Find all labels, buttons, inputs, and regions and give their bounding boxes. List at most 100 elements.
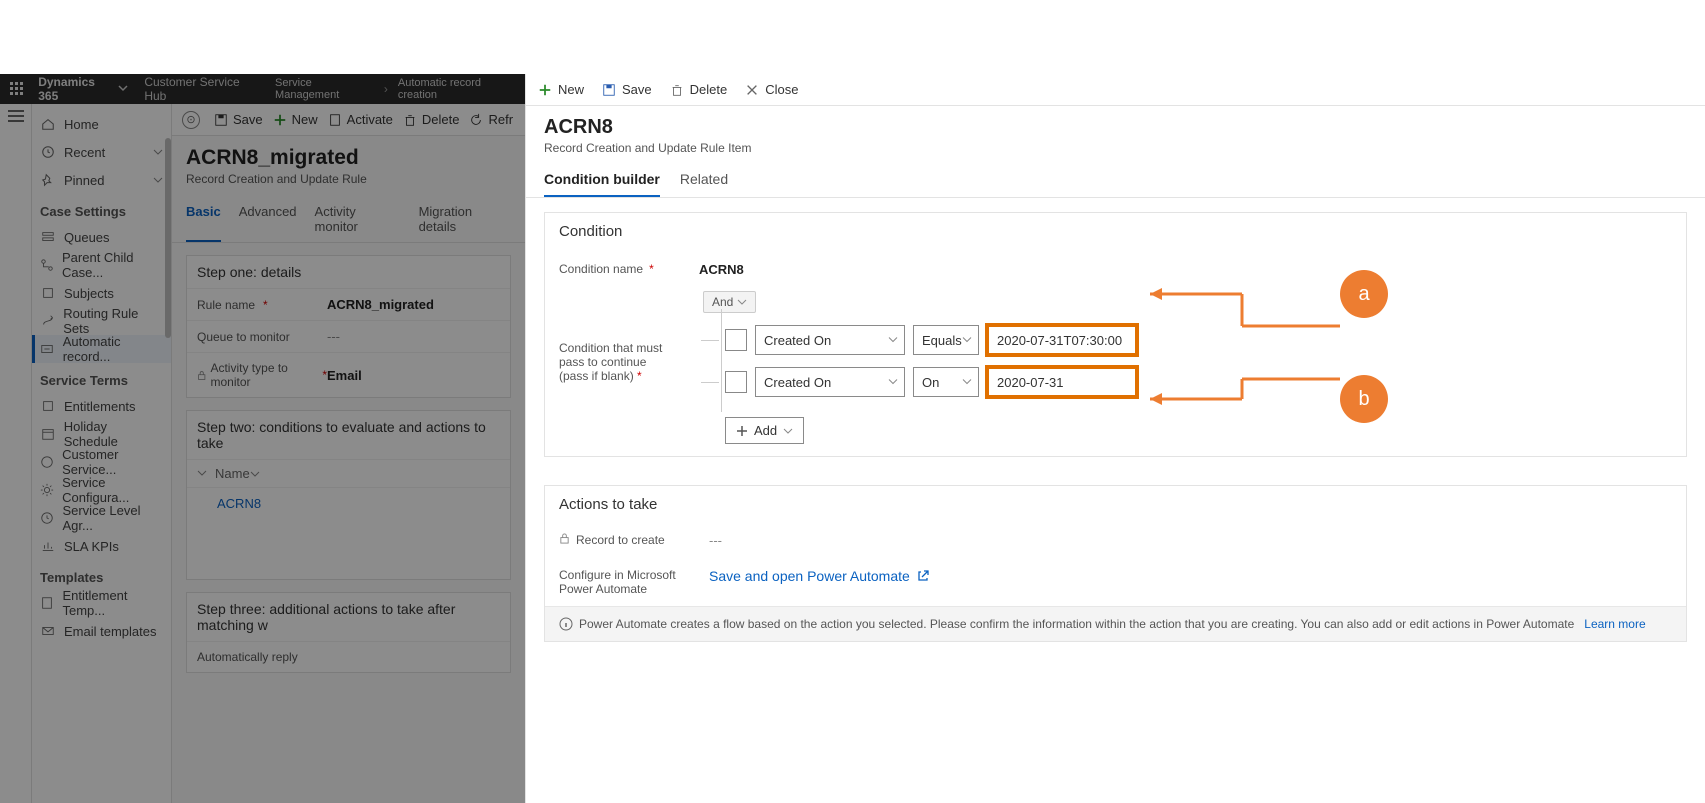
nav-customer-service[interactable]: Customer Service... (32, 448, 171, 476)
panel-command-bar: New Save Delete Close (526, 74, 1705, 106)
mail-icon (40, 623, 56, 639)
section-title: Step three: additional actions to take a… (187, 593, 510, 641)
breadcrumb-1[interactable]: Service Management (267, 77, 382, 101)
field-value[interactable]: ACRN8_migrated (327, 297, 434, 312)
delete-button[interactable]: Delete (670, 82, 728, 97)
close-button[interactable]: Close (745, 82, 798, 97)
field-value[interactable]: --- (327, 329, 340, 344)
tab-migration[interactable]: Migration details (419, 196, 511, 242)
new-button[interactable]: New (538, 82, 584, 97)
nav-sla[interactable]: Service Level Agr... (32, 504, 171, 532)
nav-email-template[interactable]: Email templates (32, 617, 171, 645)
side-rail (0, 104, 32, 803)
hub-label[interactable]: Customer Service Hub (136, 75, 267, 103)
sla-icon (40, 510, 54, 526)
app-launcher-icon[interactable] (0, 82, 34, 96)
nav-label: Service Configura... (62, 475, 163, 505)
value-text: 2020-07-31T07:30:00 (997, 333, 1122, 348)
operator-dropdown[interactable]: Equals (913, 325, 979, 355)
nav-group-terms: Service Terms (32, 363, 171, 392)
delete-button[interactable]: Delete (403, 112, 460, 127)
step-three-section: Step three: additional actions to take a… (186, 592, 511, 673)
hamburger-icon[interactable] (8, 110, 24, 122)
nav-label: Holiday Schedule (64, 419, 163, 449)
nav-subjects[interactable]: Subjects (32, 279, 171, 307)
entitlement-icon (40, 398, 56, 414)
nav-label: Subjects (64, 286, 114, 301)
tab-activity[interactable]: Activity monitor (315, 196, 401, 242)
nav-service-config[interactable]: Service Configura... (32, 476, 171, 504)
tab-advanced[interactable]: Advanced (239, 196, 297, 242)
chevron-down-icon (962, 333, 972, 348)
info-icon (559, 617, 573, 631)
btn-label: Delete (422, 112, 460, 127)
add-condition-button[interactable]: Add (725, 417, 804, 444)
nav-home[interactable]: Home (32, 110, 171, 138)
field-value[interactable]: Email (327, 368, 362, 383)
field-dropdown[interactable]: Created On (755, 325, 905, 355)
field-dropdown[interactable]: Created On (755, 367, 905, 397)
list-item[interactable]: ACRN8 (187, 487, 510, 519)
chevron-down-icon[interactable] (250, 469, 260, 479)
row-checkbox[interactable] (725, 371, 747, 393)
brand-label[interactable]: Dynamics 365 (34, 75, 118, 103)
field-label: Activity type to monitor (210, 361, 314, 389)
nav-parent-child[interactable]: Parent Child Case... (32, 251, 171, 279)
btn-label: And (712, 295, 733, 309)
chevron-right-icon: › (382, 82, 390, 96)
routing-icon (40, 313, 55, 329)
btn-label: Add (754, 423, 777, 438)
value-text: 2020-07-31 (997, 375, 1064, 390)
learn-more-link[interactable]: Learn more (1584, 617, 1645, 631)
actions-section: Actions to take Record to create --- Con… (544, 485, 1687, 642)
nav-routing[interactable]: Routing Rule Sets (32, 307, 171, 335)
form-command-bar: ⊙ Save New Activate Delete Refr (172, 104, 525, 136)
condition-name-value[interactable]: ACRN8 (699, 258, 744, 277)
back-icon[interactable]: ⊙ (182, 111, 200, 129)
value-input-b[interactable]: 2020-07-31 (987, 367, 1137, 397)
new-button[interactable]: New (273, 112, 318, 127)
tree-icon (40, 257, 54, 273)
gear-icon (40, 482, 54, 498)
breadcrumb-2[interactable]: Automatic record creation (390, 77, 525, 101)
page-title: ACRN8_migrated (172, 136, 525, 172)
value-input-a[interactable]: 2020-07-31T07:30:00 (987, 325, 1137, 355)
nav-label: Automatic record... (63, 334, 163, 364)
nav-holiday[interactable]: Holiday Schedule (32, 420, 171, 448)
nav-group-templates: Templates (32, 560, 171, 589)
field-value[interactable]: --- (709, 533, 722, 548)
activate-button[interactable]: Activate (328, 112, 393, 127)
refresh-button[interactable]: Refr (469, 112, 513, 127)
chevron-down-icon[interactable] (118, 82, 128, 96)
tab-condition-builder[interactable]: Condition builder (544, 165, 660, 197)
operator-dropdown[interactable]: On (913, 367, 979, 397)
nav-label: SLA KPIs (64, 539, 119, 554)
queue-icon (40, 229, 56, 245)
btn-label: Close (765, 82, 798, 97)
nav-queues[interactable]: Queues (32, 223, 171, 251)
field-label: Automatically reply (197, 650, 298, 664)
btn-label: Activate (347, 112, 393, 127)
nav-pinned[interactable]: Pinned (32, 166, 171, 194)
chevron-down-icon (153, 173, 163, 188)
scrollbar-thumb[interactable] (165, 138, 171, 338)
nav-entitle-template[interactable]: Entitlement Temp... (32, 589, 171, 617)
field-label: Configure in Microsoft Power Automate (559, 568, 709, 596)
info-bar: Power Automate creates a flow based on t… (545, 606, 1686, 641)
column-header[interactable]: Name (215, 466, 250, 481)
nav-entitlements[interactable]: Entitlements (32, 392, 171, 420)
row-checkbox[interactable] (725, 329, 747, 351)
nav-sla-kpi[interactable]: SLA KPIs (32, 532, 171, 560)
tab-basic[interactable]: Basic (186, 196, 221, 242)
save-button[interactable]: Save (214, 112, 263, 127)
chevron-down-icon[interactable] (197, 466, 207, 481)
nav-recent[interactable]: Recent (32, 138, 171, 166)
save-button[interactable]: Save (602, 82, 652, 97)
home-icon (40, 116, 56, 132)
condition-row: Created On On 2020-07-31 (725, 367, 1686, 397)
power-automate-link[interactable]: Save and open Power Automate (709, 568, 930, 584)
btn-label: Save (233, 112, 263, 127)
tab-related[interactable]: Related (680, 165, 728, 197)
nav-automatic-record[interactable]: Automatic record... (32, 335, 171, 363)
group-operator-dropdown[interactable]: And (703, 291, 756, 313)
